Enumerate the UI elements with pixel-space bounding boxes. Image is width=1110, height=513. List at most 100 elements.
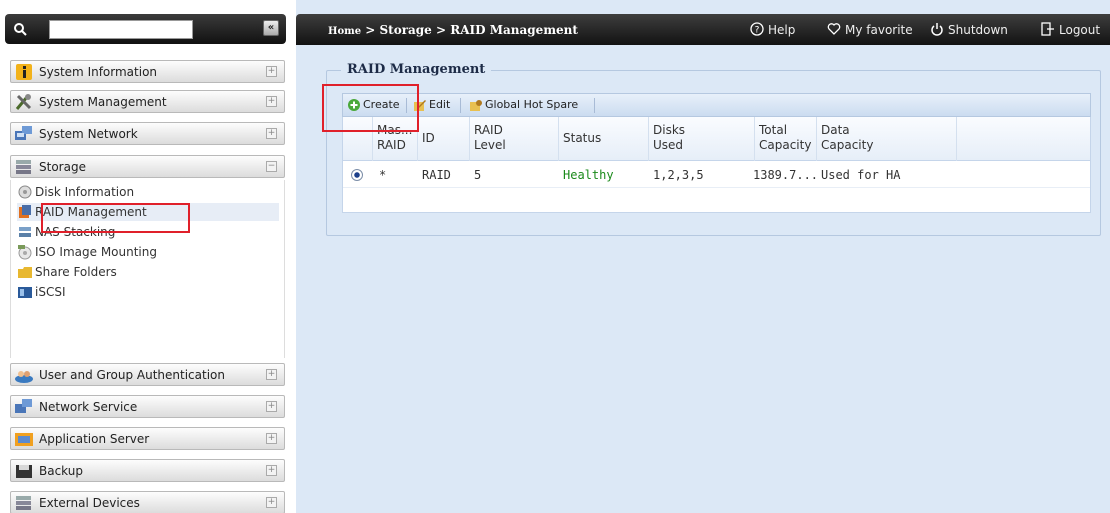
- sidebar-item-disk-information[interactable]: Disk Information: [17, 183, 279, 201]
- help-icon: ?: [750, 22, 764, 36]
- header-line: Disks: [653, 123, 686, 137]
- cell-raid-level: 5: [474, 168, 482, 182]
- sidebar-category-application-server[interactable]: Application Server +: [10, 427, 285, 450]
- edit-button[interactable]: Edit: [413, 97, 455, 114]
- edit-label: Edit: [429, 98, 451, 111]
- sidebar-category-label: User and Group Authentication: [39, 368, 225, 382]
- column-header-raid-level[interactable]: RAID Level: [470, 117, 559, 161]
- expand-toggle-icon[interactable]: +: [266, 128, 277, 139]
- column-header-empty: [957, 117, 1090, 161]
- sidebar-category-backup[interactable]: Backup +: [10, 459, 285, 482]
- backup-icon: [16, 465, 32, 478]
- header-line: Data: [821, 123, 850, 137]
- raid-table: Mas... RAID ID RAID Level Status Disks Used…: [342, 117, 1091, 213]
- sidebar-category-system-information[interactable]: System Information +: [10, 60, 285, 83]
- header-line: Capacity: [821, 138, 874, 152]
- column-header-disks-used[interactable]: Disks Used: [649, 117, 755, 161]
- app-server-icon: [15, 433, 33, 446]
- sidebar-category-label: External Devices: [39, 496, 140, 510]
- breadcrumb-home-link[interactable]: Home: [328, 26, 361, 37]
- column-header-id[interactable]: ID: [418, 117, 470, 161]
- collapse-toggle-icon[interactable]: −: [266, 161, 277, 172]
- sidebar-category-system-management[interactable]: System Management +: [10, 90, 285, 113]
- expand-toggle-icon[interactable]: +: [266, 433, 277, 444]
- sidebar-search-bar: «: [5, 14, 286, 44]
- sidebar-category-external-devices[interactable]: External Devices +: [10, 491, 285, 513]
- power-icon: [931, 23, 943, 36]
- cell-master-raid: *: [379, 168, 387, 182]
- table-row[interactable]: * RAID 5 Healthy 1,2,3,5 1389.7... Used …: [343, 162, 1090, 188]
- header-line: Level: [474, 138, 506, 152]
- expand-toggle-icon[interactable]: +: [266, 66, 277, 77]
- nas-stacking-icon: [19, 227, 31, 237]
- help-label: Help: [768, 23, 796, 37]
- table-header: Mas... RAID ID RAID Level Status Disks Used…: [343, 117, 1090, 161]
- favorite-button[interactable]: My favorite: [827, 22, 913, 37]
- logout-button[interactable]: Logout: [1041, 22, 1100, 37]
- iso-icon: [18, 245, 32, 260]
- expand-toggle-icon[interactable]: +: [266, 401, 277, 412]
- search-input[interactable]: [49, 20, 193, 39]
- cell-total-capacity: 1389.7...: [753, 168, 819, 182]
- breadcrumb-separator: >: [361, 23, 380, 37]
- header-line: Total: [759, 123, 788, 137]
- cell-id: RAID: [422, 168, 451, 182]
- sidebar-category-label: Application Server: [39, 432, 150, 446]
- sidebar-item-iso-image-mounting[interactable]: ISO Image Mounting: [17, 243, 279, 261]
- info-icon: [16, 64, 32, 80]
- row-select-radio[interactable]: [351, 169, 363, 181]
- svg-text:?: ?: [755, 26, 760, 36]
- sidebar-item-label: iSCSI: [35, 285, 66, 299]
- header-line: RAID: [474, 123, 503, 137]
- logout-label: Logout: [1059, 23, 1101, 37]
- expand-toggle-icon[interactable]: +: [266, 96, 277, 107]
- header-line: Capacity: [759, 138, 812, 152]
- cell-disks-used: 1,2,3,5: [653, 168, 704, 182]
- global-hot-spare-button[interactable]: Global Hot Spare: [469, 97, 589, 114]
- sidebar-item-label: ISO Image Mounting: [35, 245, 157, 259]
- shutdown-label: Shutdown: [948, 23, 1008, 37]
- highlight-box-raid-management: [41, 203, 190, 233]
- panel-title: RAID Management: [341, 62, 492, 77]
- search-icon[interactable]: [13, 22, 27, 36]
- expand-toggle-icon[interactable]: +: [266, 497, 277, 508]
- sidebar-category-user-group-auth[interactable]: User and Group Authentication +: [10, 363, 285, 386]
- sidebar-category-system-network[interactable]: System Network +: [10, 122, 285, 145]
- network-icon: [15, 126, 32, 140]
- header-line: RAID: [377, 138, 406, 152]
- sidebar-item-share-folders[interactable]: Share Folders: [17, 263, 279, 281]
- sidebar-category-label: Storage: [39, 160, 86, 174]
- breadcrumb-storage-link[interactable]: Storage: [379, 23, 431, 37]
- sidebar-category-label: System Information: [39, 65, 158, 79]
- sidebar-category-label: System Network: [39, 127, 138, 141]
- external-devices-icon: [16, 496, 31, 510]
- raid-icon: [19, 205, 31, 218]
- column-header-total-capacity[interactable]: Total Capacity: [755, 117, 817, 161]
- sidebar-item-iscsi[interactable]: iSCSI: [17, 283, 279, 301]
- column-header-status[interactable]: Status: [559, 117, 649, 161]
- raid-toolbar: Create Edit Global Hot Spare: [342, 93, 1091, 117]
- network-service-icon: [15, 399, 32, 413]
- main-panel: Home > Storage > RAID Management ? Help M…: [296, 0, 1110, 513]
- cell-status: Healthy: [563, 168, 614, 182]
- expand-toggle-icon[interactable]: +: [266, 369, 277, 380]
- users-icon: [15, 371, 33, 383]
- breadcrumb-current: RAID Management: [450, 23, 578, 37]
- sidebar-category-label: Network Service: [39, 400, 138, 414]
- column-header-data-capacity[interactable]: Data Capacity: [817, 117, 957, 161]
- expand-toggle-icon[interactable]: +: [266, 465, 277, 476]
- breadcrumb-separator: >: [431, 23, 451, 37]
- shutdown-button[interactable]: Shutdown: [930, 22, 1008, 37]
- sidebar-category-label: Backup: [39, 464, 83, 478]
- cell-data-capacity: Used for HA: [821, 168, 901, 182]
- top-bar: Home > Storage > RAID Management ? Help M…: [296, 14, 1110, 45]
- sidebar-item-label: Share Folders: [35, 265, 117, 279]
- sidebar-item-label: Disk Information: [35, 185, 135, 199]
- sidebar-category-label: System Management: [39, 95, 167, 109]
- help-button[interactable]: ? Help: [750, 22, 795, 37]
- collapse-sidebar-button[interactable]: «: [263, 20, 279, 36]
- sidebar-category-network-service[interactable]: Network Service +: [10, 395, 285, 418]
- sidebar-category-storage[interactable]: Storage −: [10, 155, 285, 178]
- disk-icon: [18, 185, 32, 199]
- hot-spare-icon: [470, 100, 482, 111]
